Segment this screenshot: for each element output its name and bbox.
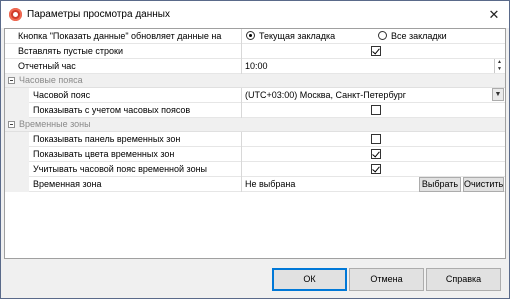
- row-indent: [5, 88, 29, 103]
- collapse-minus-icon[interactable]: [8, 121, 15, 128]
- radio-current-tab[interactable]: [246, 31, 255, 40]
- property-value: [242, 162, 505, 177]
- row-indent: [5, 103, 29, 118]
- row-indent: [5, 177, 29, 192]
- report-hour-input[interactable]: 10:00 ▲ ▼: [242, 59, 505, 74]
- temporal-zone-value: Не выбрана: [245, 179, 296, 189]
- property-label: Показывать цвета временных зон: [33, 149, 175, 159]
- collapse-minus-icon[interactable]: [8, 77, 15, 84]
- time-zone-value: (UTC+03:00) Москва, Санкт-Петербург: [245, 90, 407, 100]
- property-value: Не выбрана Выбрать Очистить: [242, 177, 505, 192]
- app-icon: [9, 8, 22, 21]
- show-with-tz-checkbox[interactable]: [371, 105, 381, 115]
- property-label: Кнопка "Показать данные" обновляет данны…: [18, 31, 222, 41]
- property-label: Отчетный час: [18, 61, 76, 71]
- time-zone-select[interactable]: (UTC+03:00) Москва, Санкт-Петербург ▼: [242, 88, 505, 103]
- property-value: [242, 132, 505, 147]
- radio-current-tab-label[interactable]: Текущая закладка: [259, 29, 335, 43]
- chevron-down-icon[interactable]: ▼: [492, 88, 504, 101]
- category-label: Часовые пояса: [19, 75, 83, 85]
- property-label: Учитывать часовой пояс временной зоны: [33, 164, 208, 174]
- row-indent: [5, 147, 29, 162]
- property-label: Часовой пояс: [33, 90, 91, 100]
- help-button[interactable]: Справка: [426, 268, 501, 291]
- radio-all-tabs-label[interactable]: Все закладки: [391, 29, 447, 43]
- category-label: Временные зоны: [19, 119, 91, 129]
- property-value: [242, 103, 505, 118]
- cancel-button[interactable]: Отмена: [349, 268, 424, 291]
- row-indent: [5, 132, 29, 147]
- property-row-temporal-zone: Временная зона Не выбрана Выбрать Очисти…: [5, 177, 505, 192]
- property-label: Временная зона: [33, 179, 102, 189]
- property-value: Текущая закладка Все закладки: [242, 29, 505, 44]
- property-row-report-hour: Отчетный час 10:00 ▲ ▼: [5, 59, 505, 74]
- property-row-time-zone: Часовой пояс (UTC+03:00) Москва, Санкт-П…: [5, 88, 505, 103]
- consider-tz-checkbox[interactable]: [371, 164, 381, 174]
- insert-empty-rows-checkbox[interactable]: [371, 46, 381, 56]
- property-row-insert-empty: Вставлять пустые строки: [5, 44, 505, 59]
- window-title: Параметры просмотра данных: [27, 9, 170, 20]
- property-row-show-panel: Показывать панель временных зон: [5, 132, 505, 147]
- property-row-show-data: Кнопка "Показать данные" обновляет данны…: [5, 29, 505, 44]
- property-row-show-with-tz: Показывать с учетом часовых поясов: [5, 103, 505, 118]
- property-label: Показывать с учетом часовых поясов: [33, 105, 191, 115]
- property-value: [242, 147, 505, 162]
- category-time-zones[interactable]: Часовые пояса: [5, 74, 505, 88]
- radio-all-tabs[interactable]: [378, 31, 387, 40]
- spinner-arrows-icon[interactable]: ▲ ▼: [494, 59, 504, 73]
- clear-zone-button[interactable]: Очистить: [463, 177, 504, 192]
- dialog-window: Параметры просмотра данных ✕ Кнопка "Пок…: [0, 0, 510, 299]
- show-panel-checkbox[interactable]: [371, 134, 381, 144]
- property-row-show-colors: Показывать цвета временных зон: [5, 147, 505, 162]
- close-icon[interactable]: ✕: [479, 1, 509, 28]
- property-label: Вставлять пустые строки: [18, 46, 124, 56]
- report-hour-value: 10:00: [245, 61, 268, 71]
- select-zone-button[interactable]: Выбрать: [419, 177, 461, 192]
- show-colors-checkbox[interactable]: [371, 149, 381, 159]
- property-row-consider-tz: Учитывать часовой пояс временной зоны: [5, 162, 505, 177]
- property-grid: Кнопка "Показать данные" обновляет данны…: [4, 28, 506, 259]
- property-value: [242, 44, 505, 59]
- ok-button[interactable]: ОК: [272, 268, 347, 291]
- title-bar: Параметры просмотра данных ✕: [1, 1, 509, 28]
- row-indent: [5, 162, 29, 177]
- property-label: Показывать панель временных зон: [33, 134, 181, 144]
- category-temporal-zones[interactable]: Временные зоны: [5, 118, 505, 132]
